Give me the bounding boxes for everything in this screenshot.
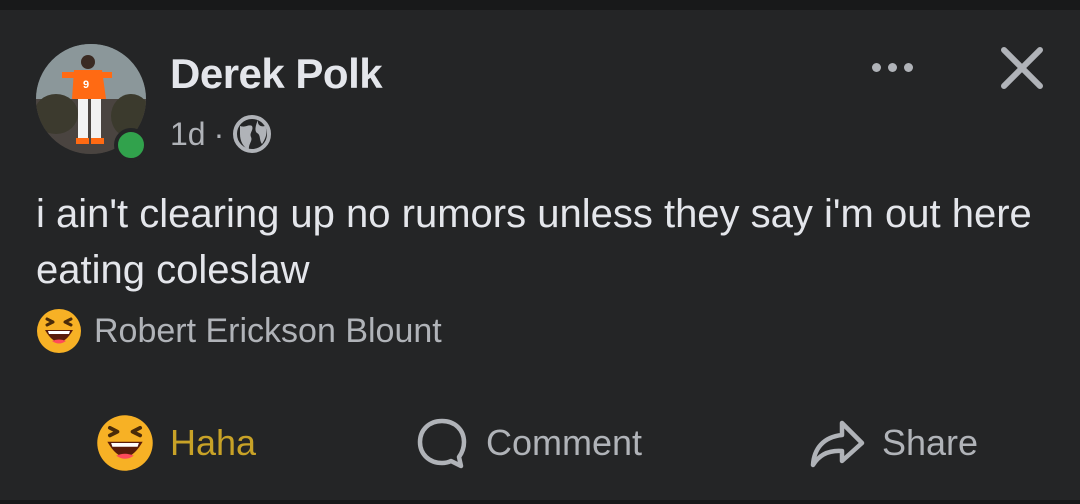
top-edge bbox=[0, 0, 1080, 10]
more-options-icon bbox=[887, 62, 897, 72]
more-options-icon bbox=[903, 62, 913, 72]
share-button[interactable]: Share bbox=[808, 408, 978, 478]
online-status-dot bbox=[114, 128, 148, 162]
comment-icon bbox=[417, 418, 467, 469]
author-avatar[interactable]: 9 bbox=[36, 44, 148, 162]
comment-button[interactable]: Comment bbox=[414, 408, 642, 478]
haha-emoji-icon bbox=[37, 309, 81, 353]
haha-reaction-button[interactable]: Haha bbox=[96, 408, 256, 478]
globe-icon[interactable] bbox=[232, 114, 272, 154]
meta-separator: · bbox=[213, 115, 225, 152]
post-meta: 1d · bbox=[170, 114, 272, 154]
haha-label: Haha bbox=[170, 422, 257, 463]
reactors-names[interactable]: Robert Erickson Blount bbox=[94, 312, 442, 351]
more-options-icon bbox=[871, 62, 881, 72]
more-options-button[interactable] bbox=[862, 52, 922, 82]
comment-label: Comment bbox=[486, 422, 643, 463]
reactions-summary[interactable]: Robert Erickson Blount bbox=[36, 308, 442, 354]
author-name[interactable]: Derek Polk bbox=[170, 50, 383, 98]
post-time[interactable]: 1d bbox=[170, 116, 206, 153]
share-label: Share bbox=[882, 422, 979, 463]
svg-text:9: 9 bbox=[83, 79, 89, 91]
action-bar: Haha Comment Share bbox=[0, 408, 1080, 478]
haha-emoji-icon bbox=[97, 415, 153, 471]
close-icon[interactable] bbox=[994, 40, 1050, 96]
share-icon bbox=[810, 420, 865, 468]
bottom-edge bbox=[0, 500, 1080, 504]
post-text: i ain't clearing up no rumors unless the… bbox=[36, 192, 1032, 292]
